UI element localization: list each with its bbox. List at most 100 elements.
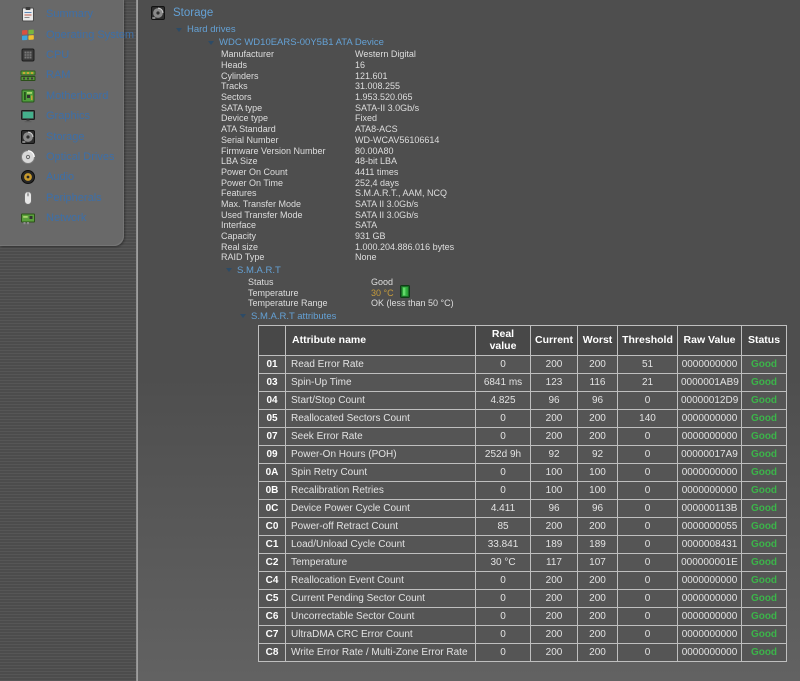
attribute-threshold: 51 (618, 355, 678, 373)
attribute-id: 03 (259, 373, 286, 391)
attribute-worst: 116 (578, 373, 618, 391)
property-label: Serial Number (221, 135, 355, 145)
property-value: 931 GB (355, 231, 386, 241)
attribute-name: Read Error Rate (286, 355, 476, 373)
sidebar-item-peripherals[interactable]: Peripherals (0, 188, 124, 208)
collapse-arrow-icon[interactable] (240, 314, 246, 318)
attribute-real-value: 0 (476, 463, 531, 481)
collapse-arrow-icon[interactable] (176, 28, 182, 32)
tree-node-smart-label[interactable]: S.M.A.R.T (237, 265, 281, 276)
attribute-current: 200 (531, 427, 578, 445)
property-label: Max. Transfer Mode (221, 199, 355, 209)
property-row: RAID Type None (221, 252, 800, 263)
attribute-name: Start/Stop Count (286, 391, 476, 409)
attribute-name: Spin-Up Time (286, 373, 476, 391)
property-value: OK (less than 50 °C) (371, 298, 454, 308)
graphics-icon (20, 108, 36, 124)
property-row: Status Good (248, 277, 800, 288)
smart-attribute-row: C6 Uncorrectable Sector Count 0 200 200 … (259, 607, 787, 625)
sidebar-item-audio[interactable]: Audio (0, 167, 124, 187)
section-title[interactable]: Storage (173, 7, 213, 19)
sidebar-item-network[interactable]: Network (0, 208, 124, 228)
attribute-current: 200 (531, 409, 578, 427)
attribute-name: Spin Retry Count (286, 463, 476, 481)
attribute-name: Temperature (286, 553, 476, 571)
collapse-arrow-icon[interactable] (226, 268, 232, 272)
tree-node-hard-drives[interactable]: Hard drives (176, 23, 800, 36)
sidebar-item-storage[interactable]: Storage (0, 126, 124, 146)
attribute-status: Good (742, 427, 787, 445)
column-header-threshold: Threshold (618, 325, 678, 355)
attribute-id: C2 (259, 553, 286, 571)
tree-node-smart-attributes-label[interactable]: S.M.A.R.T attributes (251, 311, 336, 322)
property-label: Sectors (221, 92, 355, 102)
smart-attribute-row: 04 Start/Stop Count 4.825 96 96 0 000000… (259, 391, 787, 409)
attribute-id: 0B (259, 481, 286, 499)
property-value: ATA8-ACS (355, 124, 398, 134)
attribute-real-value: 0 (476, 355, 531, 373)
property-row: Serial Number WD-WCAV56106614 (221, 135, 800, 146)
property-row: Real size 1.000.204.886.016 bytes (221, 241, 800, 252)
attribute-status: Good (742, 535, 787, 553)
smart-attribute-row: C7 UltraDMA CRC Error Count 0 200 200 0 … (259, 625, 787, 643)
attribute-real-value: 0 (476, 481, 531, 499)
attribute-threshold: 0 (618, 625, 678, 643)
property-value: SATA (355, 220, 377, 230)
property-label: Heads (221, 60, 355, 70)
left-pane: Summary Operating System CPU RAM Motherb… (0, 0, 136, 681)
attribute-current: 200 (531, 625, 578, 643)
attribute-current: 123 (531, 373, 578, 391)
attribute-threshold: 0 (618, 553, 678, 571)
attribute-real-value: 0 (476, 607, 531, 625)
attribute-status: Good (742, 625, 787, 643)
property-label: RAID Type (221, 252, 355, 262)
attribute-real-value: 0 (476, 427, 531, 445)
sidebar-item-optical-drives[interactable]: Optical Drives (0, 147, 124, 167)
sidebar-item-motherboard[interactable]: Motherboard (0, 86, 124, 106)
tree-node-smart-attributes[interactable]: S.M.A.R.T attributes (240, 310, 800, 323)
property-label: Device type (221, 113, 355, 123)
attribute-raw-value: 0000000055 (678, 517, 742, 535)
sidebar-item-label: Graphics (46, 110, 90, 122)
property-label: Power On Count (221, 167, 355, 177)
attribute-worst: 100 (578, 463, 618, 481)
smart-properties: Status Good Temperature 30 °C Temperatur… (248, 277, 800, 309)
property-value: SATA II 3.0Gb/s (355, 210, 418, 220)
property-value: S.M.A.R.T., AAM, NCQ (355, 188, 447, 198)
main-pane: Storage Hard drives WDC WD10EARS-00Y5B1 … (138, 0, 800, 681)
attribute-current: 200 (531, 589, 578, 607)
attribute-raw-value: 0000000000 (678, 463, 742, 481)
collapse-arrow-icon[interactable] (208, 41, 214, 45)
tree-node-smart[interactable]: S.M.A.R.T (226, 264, 800, 277)
attribute-name: Recalibration Retries (286, 481, 476, 499)
property-label: Interface (221, 220, 355, 230)
sidebar-item-operating-system[interactable]: Operating System (0, 24, 124, 44)
property-row: Interface SATA (221, 220, 800, 231)
smart-attribute-row: 09 Power-On Hours (POH) 252d 9h 92 92 0 … (259, 445, 787, 463)
tree-node-device-label[interactable]: WDC WD10EARS-00Y5B1 ATA Device (219, 37, 384, 48)
attribute-id: C4 (259, 571, 286, 589)
property-value: Fixed (355, 113, 377, 123)
attribute-name: UltraDMA CRC Error Count (286, 625, 476, 643)
property-label: Power On Time (221, 178, 355, 188)
storage-section-icon (150, 5, 166, 21)
property-row: Temperature 30 °C (248, 287, 800, 298)
sidebar-item-graphics[interactable]: Graphics (0, 106, 124, 126)
smart-attribute-row: C0 Power-off Retract Count 85 200 200 0 … (259, 517, 787, 535)
smart-attribute-row: C1 Load/Unload Cycle Count 33.841 189 18… (259, 535, 787, 553)
attribute-current: 92 (531, 445, 578, 463)
attribute-status: Good (742, 499, 787, 517)
column-header-status: Status (742, 325, 787, 355)
sidebar-item-label: Network (46, 212, 86, 224)
sidebar-item-cpu[interactable]: CPU (0, 45, 124, 65)
attribute-id: 0C (259, 499, 286, 517)
attribute-name: Current Pending Sector Count (286, 589, 476, 607)
attribute-worst: 200 (578, 409, 618, 427)
column-header-attribute-name: Attribute name (286, 325, 476, 355)
tree-node-hard-drives-label[interactable]: Hard drives (187, 24, 236, 35)
tree-node-device[interactable]: WDC WD10EARS-00Y5B1 ATA Device (208, 36, 800, 49)
sidebar-item-ram[interactable]: RAM (0, 65, 124, 85)
sidebar-item-summary[interactable]: Summary (0, 4, 124, 24)
attribute-real-value: 252d 9h (476, 445, 531, 463)
property-label: LBA Size (221, 156, 355, 166)
